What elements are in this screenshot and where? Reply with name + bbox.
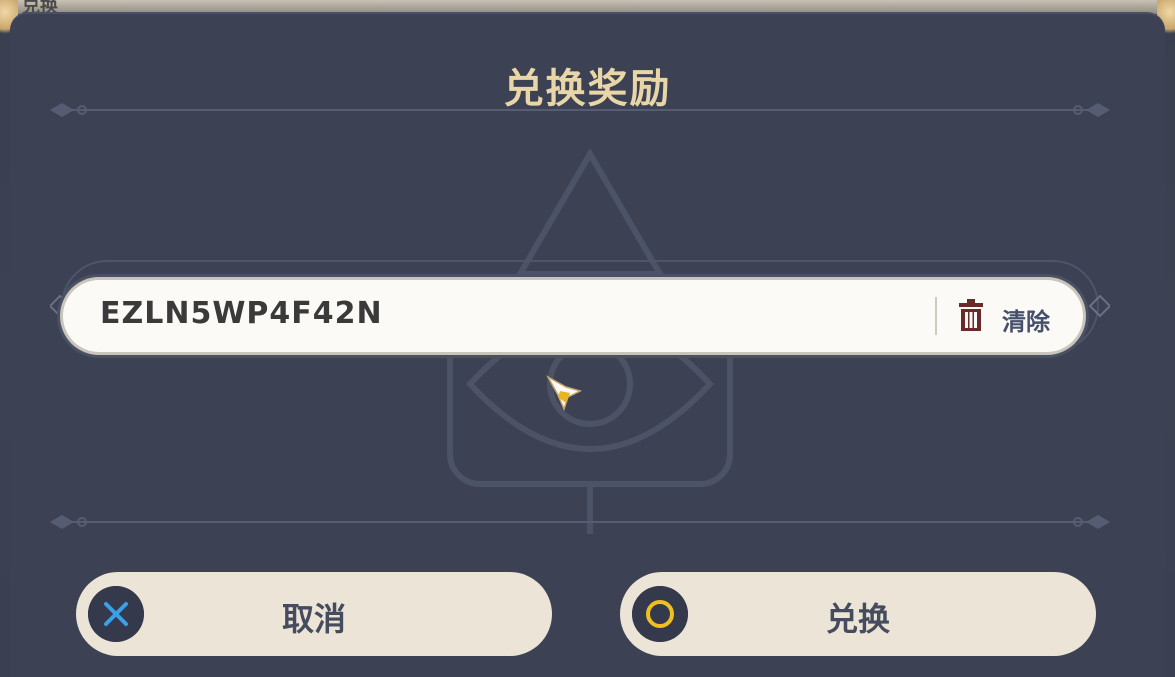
cursor-pointer-icon: [546, 375, 582, 411]
redeem-button[interactable]: 兑换: [620, 572, 1096, 656]
redeem-button-label: 兑换: [825, 600, 890, 638]
clear-button[interactable]: 清除: [1002, 302, 1050, 337]
trash-icon[interactable]: [957, 299, 985, 333]
cancel-button[interactable]: 取消: [76, 572, 552, 656]
input-separator: [935, 297, 937, 335]
top-divider: [50, 103, 1110, 117]
bottom-divider: [50, 515, 1110, 529]
redeem-code-value[interactable]: EZLN5WP4F42N: [100, 296, 383, 331]
screen: 兑换 兑换奖励 EZLN5WP4F42N 清除 取消 兑换: [0, 0, 1175, 677]
cancel-button-label: 取消: [281, 600, 346, 638]
